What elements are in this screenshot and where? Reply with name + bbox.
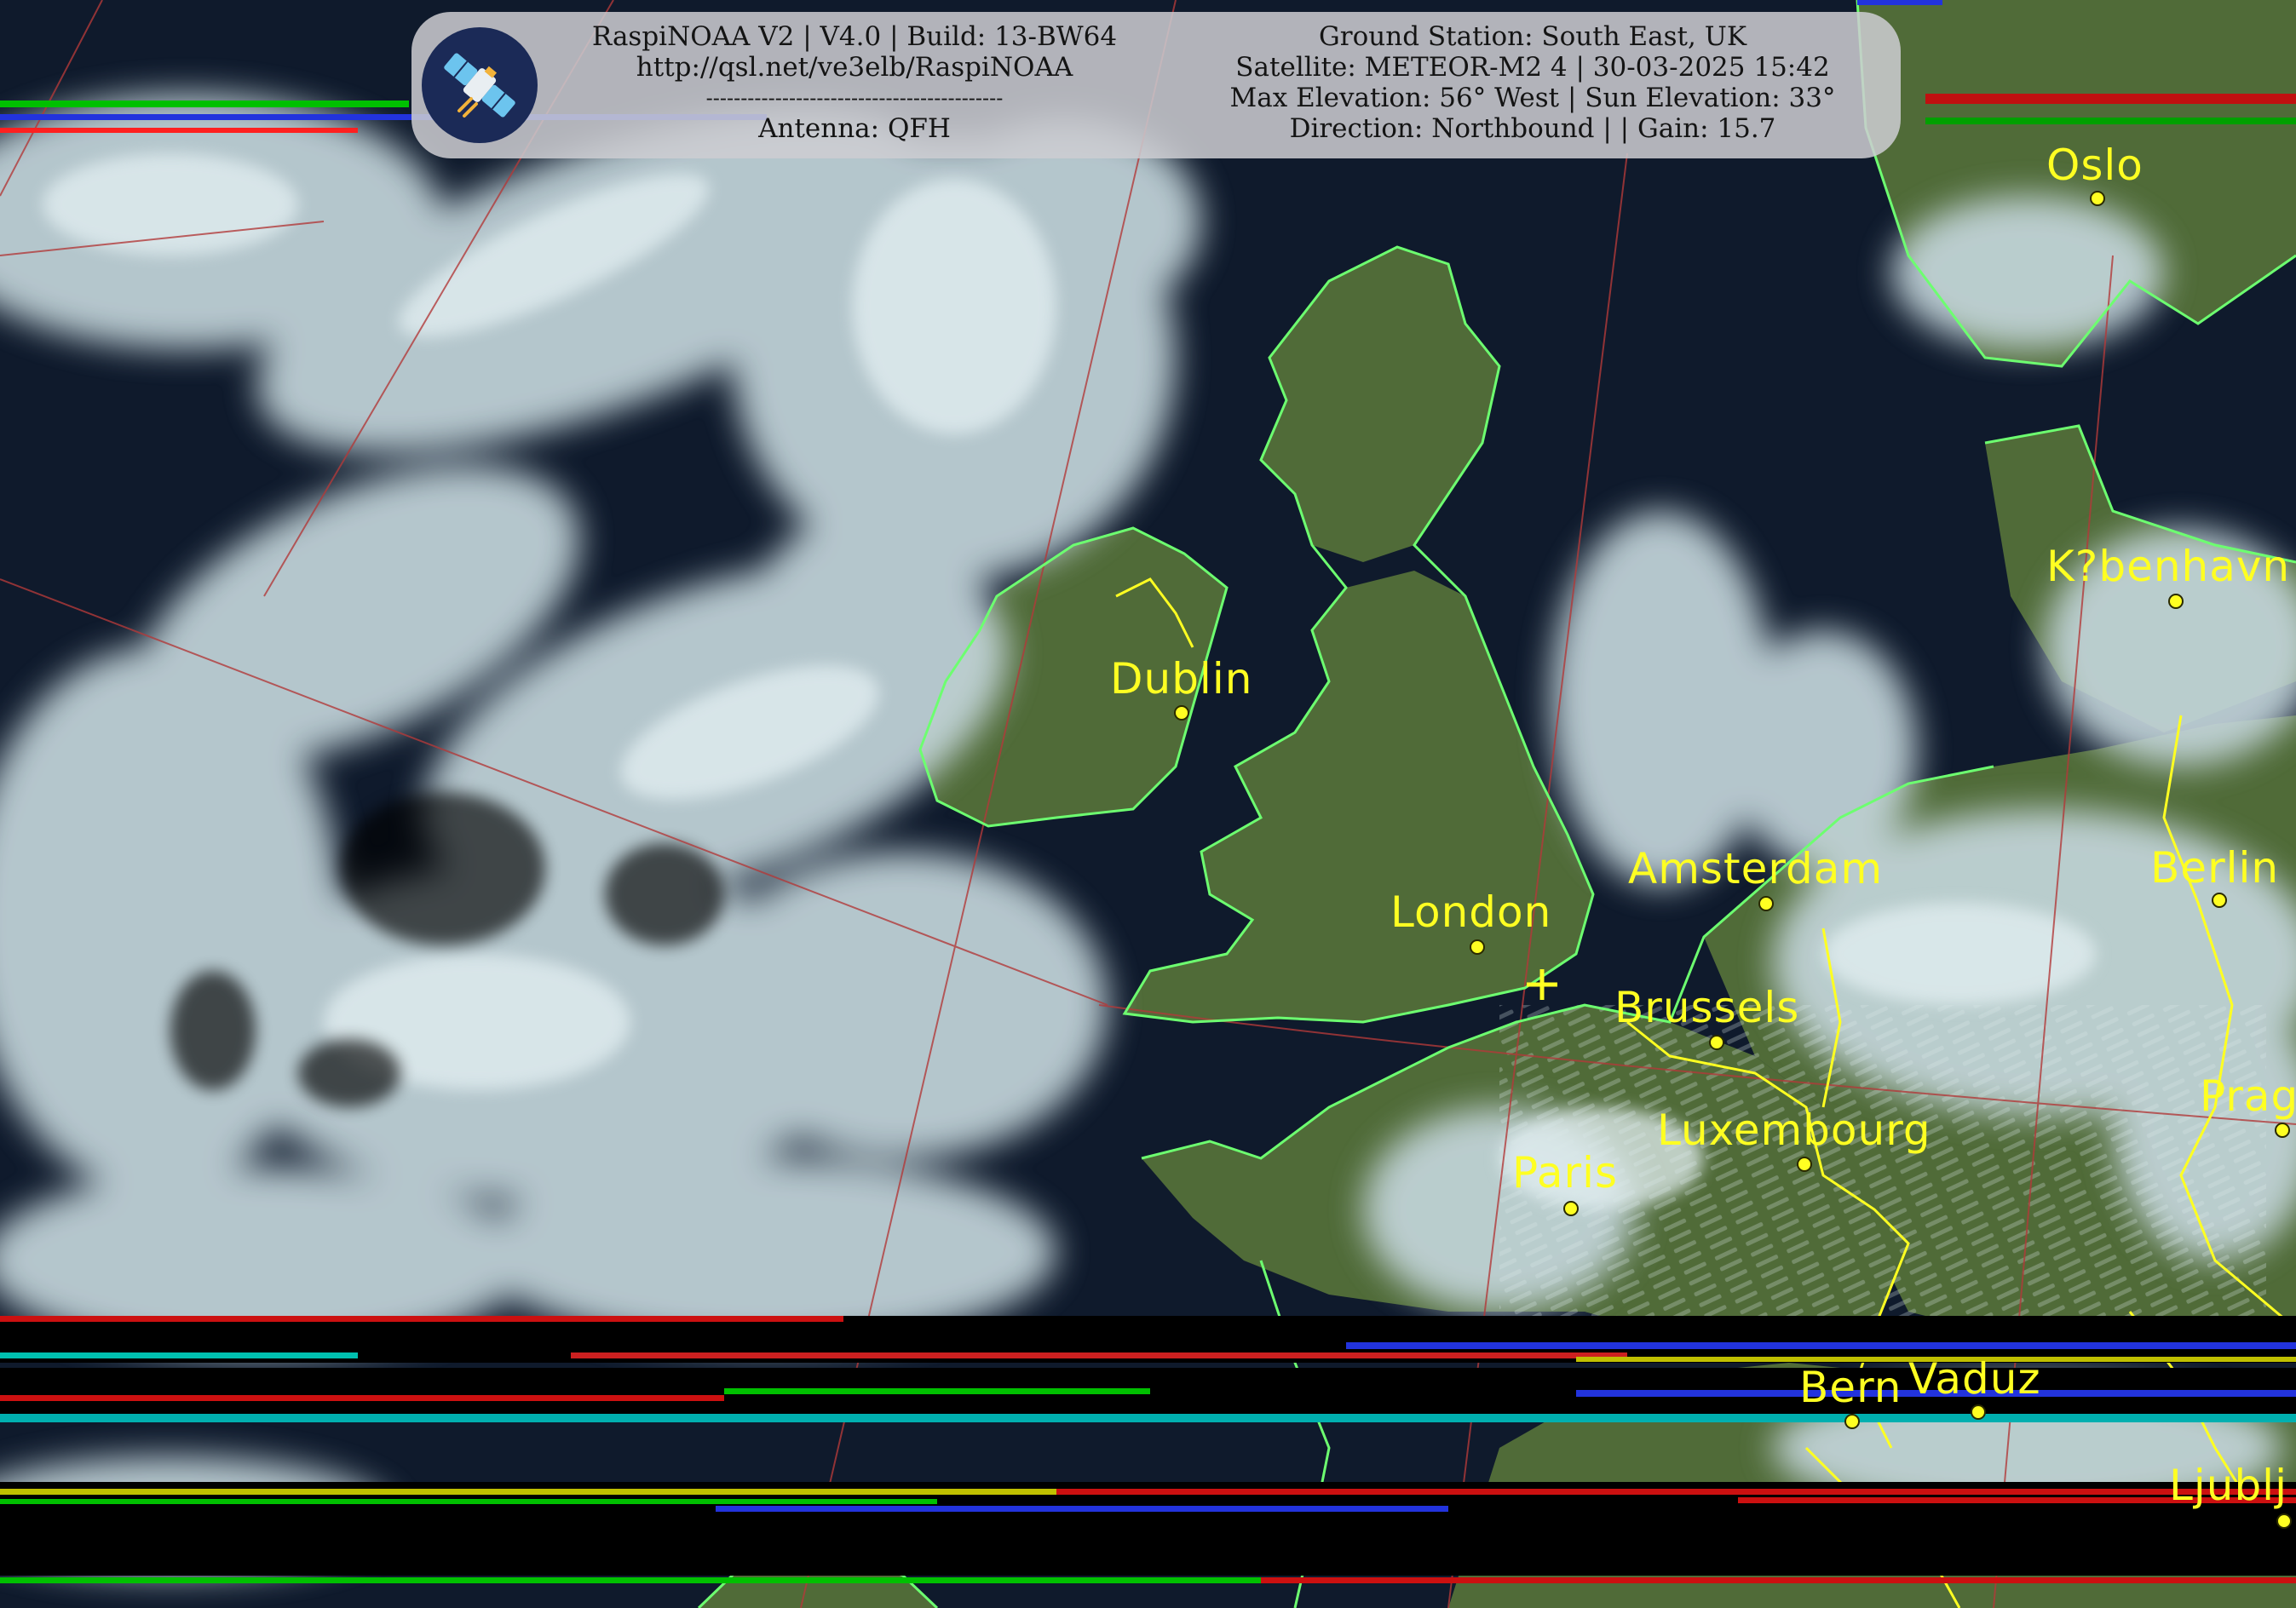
pass-info-banner: RaspiNOAA V2 | V4.0 | Build: 13-BW64 htt…	[411, 12, 1901, 158]
satellite-icon	[422, 27, 538, 143]
city-label-ljubljana: Ljublj	[2169, 1461, 2287, 1510]
city-label-vaduz: Vaduz	[1908, 1354, 2041, 1404]
city-label-london: London	[1390, 887, 1552, 937]
city-label-paris: Paris	[1512, 1148, 1619, 1197]
software-version-text: RaspiNOAA V2 | V4.0 | Build: 13-BW64	[591, 21, 1118, 52]
city-label-amsterdam: Amsterdam	[1628, 844, 1884, 893]
city-marker-praha	[2275, 1123, 2290, 1138]
city-label-kobenhavn: K?benhavn	[2046, 542, 2291, 591]
city-label-berlin: Berlin	[2150, 843, 2280, 893]
satellite-image: Oslo K?benhavn Dublin Amsterdam Berlin L…	[0, 0, 2296, 1608]
city-label-brussels: Brussels	[1614, 983, 1800, 1032]
city-marker-dublin	[1174, 705, 1189, 721]
antenna-text: Antenna: QFH	[758, 113, 951, 144]
satellite-datetime-text: Satellite: METEOR-M2 4 | 30-03-2025 15:4…	[1235, 52, 1830, 83]
project-url-text: http://qsl.net/ve3elb/RaspiNOAA	[636, 52, 1073, 83]
city-marker-oslo	[2090, 191, 2105, 206]
city-marker-bern	[1844, 1414, 1860, 1429]
city-marker-ljubljana	[2276, 1513, 2292, 1529]
city-label-dublin: Dublin	[1110, 654, 1253, 704]
city-marker-luxembourg	[1797, 1157, 1812, 1172]
city-marker-amsterdam	[1758, 896, 1774, 911]
city-marker-london	[1470, 939, 1485, 955]
city-marker-kobenhavn	[2168, 594, 2184, 609]
crosshair-icon	[1527, 969, 1557, 1000]
city-marker-brussels	[1709, 1035, 1724, 1050]
divider-text: ----------------------------------------…	[705, 86, 1004, 110]
city-label-luxembourg: Luxembourg	[1657, 1106, 1931, 1155]
city-label-bern: Bern	[1799, 1363, 1902, 1412]
elevation-text: Max Elevation: 56° West | Sun Elevation:…	[1229, 83, 1836, 113]
city-label-oslo: Oslo	[2046, 141, 2144, 190]
city-marker-paris	[1563, 1201, 1579, 1216]
direction-gain-text: Direction: Northbound | | Gain: 15.7	[1289, 113, 1776, 144]
city-marker-berlin	[2212, 893, 2227, 908]
city-label-praha: Prag	[2200, 1071, 2296, 1121]
ground-station-text: Ground Station: South East, UK	[1319, 21, 1746, 52]
city-marker-vaduz	[1971, 1404, 1986, 1420]
